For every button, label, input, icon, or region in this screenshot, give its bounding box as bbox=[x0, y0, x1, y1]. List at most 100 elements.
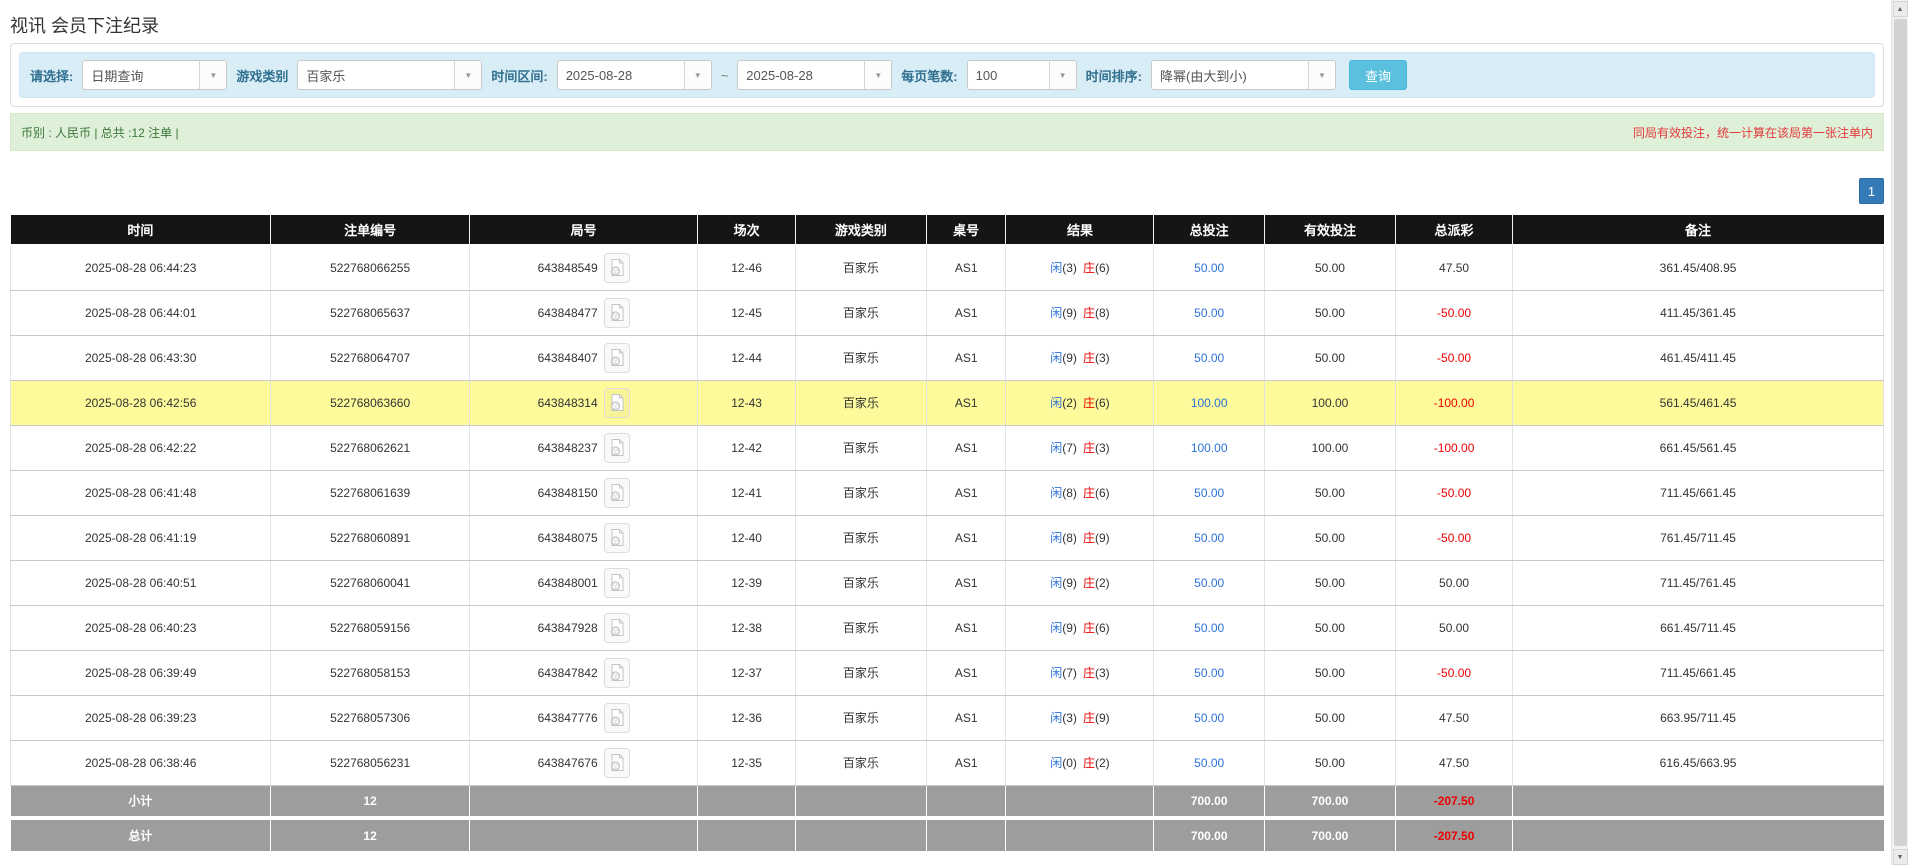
result-banker-score: (3) bbox=[1095, 351, 1110, 365]
result-player-score: (8) bbox=[1062, 486, 1077, 500]
sort-order-select[interactable]: 降幂(由大到小) ▼ bbox=[1151, 60, 1336, 90]
header-payout: 总派彩 bbox=[1396, 215, 1513, 245]
table-row: 2025-08-28 06:39:49 522768058153 6438478… bbox=[11, 650, 1884, 695]
cell-total-bet[interactable]: 50.00 bbox=[1154, 335, 1265, 380]
cell-remark: 711.45/661.45 bbox=[1513, 470, 1884, 515]
video-record-icon[interactable] bbox=[604, 658, 630, 688]
result-banker-score: (3) bbox=[1095, 441, 1110, 455]
cell-remark: 411.45/361.45 bbox=[1513, 290, 1884, 335]
result-player: 闲 bbox=[1050, 666, 1062, 680]
cell-session: 12-40 bbox=[698, 515, 795, 560]
cell-table-no: AS1 bbox=[926, 335, 1006, 380]
cell-payout: 50.00 bbox=[1396, 605, 1513, 650]
chevron-down-icon[interactable]: ▼ bbox=[864, 61, 891, 89]
cell-valid-bet: 50.00 bbox=[1264, 335, 1395, 380]
cell-total-bet[interactable]: 50.00 bbox=[1154, 740, 1265, 785]
cell-payout: -50.00 bbox=[1396, 515, 1513, 560]
cell-session: 12-39 bbox=[698, 560, 795, 605]
cell-bet-id: 522768063660 bbox=[271, 380, 470, 425]
cell-payout: -50.00 bbox=[1396, 290, 1513, 335]
scroll-down-icon[interactable]: ▼ bbox=[1893, 849, 1908, 865]
cell-session: 12-45 bbox=[698, 290, 795, 335]
video-record-icon[interactable] bbox=[604, 568, 630, 598]
query-mode-label: 请选择: bbox=[30, 66, 73, 85]
date-range-label: 时间区间: bbox=[491, 66, 547, 85]
page-size-select[interactable]: 100 ▼ bbox=[967, 60, 1077, 90]
cell-game-type: 百家乐 bbox=[795, 380, 926, 425]
cell-valid-bet: 50.00 bbox=[1264, 245, 1395, 290]
cell-round-id: 643848150 bbox=[469, 470, 698, 515]
chevron-down-icon[interactable]: ▼ bbox=[454, 61, 481, 89]
cell-session: 12-44 bbox=[698, 335, 795, 380]
chevron-down-icon[interactable]: ▼ bbox=[684, 61, 711, 89]
video-record-icon[interactable] bbox=[604, 478, 630, 508]
video-record-icon[interactable] bbox=[604, 748, 630, 778]
vertical-scrollbar[interactable]: ▲ ▼ bbox=[1891, 0, 1908, 865]
cell-total-bet[interactable]: 50.00 bbox=[1154, 560, 1265, 605]
round-id-value: 643847776 bbox=[538, 711, 598, 725]
cell-total-bet[interactable]: 50.00 bbox=[1154, 650, 1265, 695]
cell-payout: -100.00 bbox=[1396, 380, 1513, 425]
result-player-score: (3) bbox=[1062, 261, 1077, 275]
cell-remark: 616.45/663.95 bbox=[1513, 740, 1884, 785]
cell-total-bet[interactable]: 50.00 bbox=[1154, 245, 1265, 290]
result-player-score: (9) bbox=[1062, 576, 1077, 590]
cell-payout: -50.00 bbox=[1396, 650, 1513, 695]
table-row: 2025-08-28 06:41:19 522768060891 6438480… bbox=[11, 515, 1884, 560]
query-mode-select[interactable]: 日期查询 ▼ bbox=[82, 60, 227, 90]
video-record-icon[interactable] bbox=[604, 298, 630, 328]
result-player: 闲 bbox=[1050, 486, 1062, 500]
page-size-label: 每页笔数: bbox=[901, 66, 957, 85]
cell-session: 12-46 bbox=[698, 245, 795, 290]
cell-total-bet[interactable]: 50.00 bbox=[1154, 290, 1265, 335]
result-player: 闲 bbox=[1050, 351, 1062, 365]
cell-game-type: 百家乐 bbox=[795, 650, 926, 695]
video-record-icon[interactable] bbox=[604, 388, 630, 418]
video-record-icon[interactable] bbox=[604, 703, 630, 733]
result-banker-score: (6) bbox=[1095, 396, 1110, 410]
date-range-tilde: ~ bbox=[721, 68, 729, 83]
cell-total-bet[interactable]: 100.00 bbox=[1154, 380, 1265, 425]
result-player: 闲 bbox=[1050, 531, 1062, 545]
subtotal-total-bet: 700.00 bbox=[1154, 785, 1265, 816]
chevron-down-icon[interactable]: ▼ bbox=[199, 61, 226, 89]
cell-bet-id: 522768057306 bbox=[271, 695, 470, 740]
video-record-icon[interactable] bbox=[604, 523, 630, 553]
search-button[interactable]: 查询 bbox=[1349, 60, 1407, 90]
cell-table-no: AS1 bbox=[926, 470, 1006, 515]
cell-remark: 361.45/408.95 bbox=[1513, 245, 1884, 290]
cell-table-no: AS1 bbox=[926, 290, 1006, 335]
scrollbar-thumb[interactable] bbox=[1894, 19, 1907, 846]
page-1-button[interactable]: 1 bbox=[1859, 178, 1884, 204]
chevron-down-icon[interactable]: ▼ bbox=[1308, 61, 1335, 89]
cell-table-no: AS1 bbox=[926, 515, 1006, 560]
cell-remark: 461.45/411.45 bbox=[1513, 335, 1884, 380]
result-player: 闲 bbox=[1050, 621, 1062, 635]
cell-total-bet[interactable]: 100.00 bbox=[1154, 425, 1265, 470]
video-record-icon[interactable] bbox=[604, 343, 630, 373]
cell-table-no: AS1 bbox=[926, 650, 1006, 695]
date-from-select[interactable]: 2025-08-28 ▼ bbox=[557, 60, 712, 90]
cell-total-bet[interactable]: 50.00 bbox=[1154, 470, 1265, 515]
cell-time: 2025-08-28 06:44:23 bbox=[11, 245, 271, 290]
cell-bet-id: 522768065637 bbox=[271, 290, 470, 335]
round-id-value: 643847676 bbox=[538, 756, 598, 770]
cell-valid-bet: 50.00 bbox=[1264, 515, 1395, 560]
cell-remark: 761.45/711.45 bbox=[1513, 515, 1884, 560]
cell-table-no: AS1 bbox=[926, 425, 1006, 470]
game-type-select[interactable]: 百家乐 ▼ bbox=[297, 60, 482, 90]
cell-total-bet[interactable]: 50.00 bbox=[1154, 515, 1265, 560]
cell-total-bet[interactable]: 50.00 bbox=[1154, 695, 1265, 740]
cell-total-bet[interactable]: 50.00 bbox=[1154, 605, 1265, 650]
cell-round-id: 643848237 bbox=[469, 425, 698, 470]
result-banker: 庄 bbox=[1083, 261, 1095, 275]
date-to-select[interactable]: 2025-08-28 ▼ bbox=[737, 60, 892, 90]
chevron-down-icon[interactable]: ▼ bbox=[1049, 61, 1076, 89]
cell-valid-bet: 50.00 bbox=[1264, 290, 1395, 335]
video-record-icon[interactable] bbox=[604, 433, 630, 463]
video-record-icon[interactable] bbox=[604, 613, 630, 643]
round-id-value: 643847842 bbox=[538, 666, 598, 680]
result-banker-score: (2) bbox=[1095, 756, 1110, 770]
video-record-icon[interactable] bbox=[604, 253, 630, 283]
scroll-up-icon[interactable]: ▲ bbox=[1893, 1, 1908, 17]
